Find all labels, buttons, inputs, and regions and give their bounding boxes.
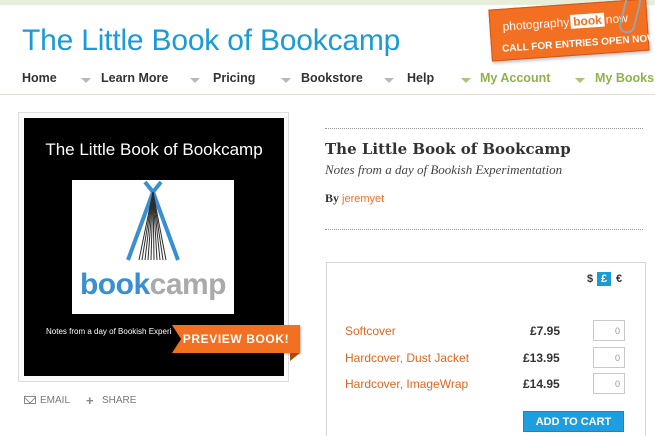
- qty-softcover[interactable]: [593, 320, 625, 341]
- chevron-down-icon[interactable]: [281, 78, 291, 83]
- byline: By jeremyet: [325, 191, 384, 206]
- chevron-down-icon[interactable]: [575, 78, 585, 83]
- option-softcover[interactable]: Softcover: [345, 324, 396, 338]
- add-to-cart-button[interactable]: ADD TO CART: [523, 411, 624, 432]
- share-link[interactable]: SHARE: [102, 395, 136, 406]
- cover-word-camp: camp: [149, 268, 227, 301]
- divider-mid: [325, 229, 643, 230]
- email-link[interactable]: EMAIL: [40, 395, 70, 406]
- cover-word-book: book: [79, 268, 150, 301]
- mail-icon[interactable]: [24, 396, 36, 404]
- preview-fold: [290, 353, 300, 361]
- price-hardcover-imagewrap: £14.95: [523, 377, 560, 391]
- author-link[interactable]: jeremyet: [342, 193, 384, 205]
- nav-pricing[interactable]: Pricing: [213, 71, 255, 89]
- book-title: The Little Book of Bookcamp: [325, 140, 571, 158]
- nav-bookstore[interactable]: Bookstore: [301, 71, 363, 89]
- promo-brand-pre: photography: [502, 15, 570, 34]
- price-softcover: £7.95: [530, 324, 561, 338]
- cover-logo: bookcamp: [72, 180, 234, 314]
- option-hardcover-imagewrap[interactable]: Hardcover, ImageWrap: [345, 377, 468, 391]
- cover-subtitle: Notes from a day of Bookish Experimentat…: [46, 327, 186, 336]
- nav-my-books[interactable]: My Books: [595, 71, 654, 89]
- cover-title: The Little Book of Bookcamp: [45, 140, 263, 159]
- nav-learn-more[interactable]: Learn More: [101, 71, 168, 89]
- currency-usd[interactable]: $: [583, 272, 597, 286]
- promo-badge[interactable]: photography book now CALL FOR ENTRIES OPEN…: [488, 0, 655, 68]
- preview-notch: [172, 325, 181, 353]
- main-nav: Home Learn More Pricing Bookstore Help M…: [0, 68, 655, 92]
- promo-brand-box: book: [569, 12, 606, 29]
- nav-home[interactable]: Home: [22, 71, 57, 89]
- divider-top: [325, 128, 643, 129]
- promo-call: CALL FOR ENTRIES OPEN NOW: [501, 32, 655, 55]
- chevron-down-icon[interactable]: [81, 78, 91, 83]
- currency-eur[interactable]: €: [612, 272, 626, 286]
- preview-book-button[interactable]: PREVIEW BOOK!: [172, 325, 300, 353]
- chevron-down-icon[interactable]: [190, 78, 200, 83]
- qty-hardcover-imagewrap[interactable]: [593, 373, 625, 394]
- promo-brand: photography book now: [502, 11, 628, 34]
- price-hardcover-dust-jacket: £13.95: [523, 351, 560, 365]
- nav-help[interactable]: Help: [407, 71, 434, 89]
- chevron-down-icon[interactable]: [461, 78, 471, 83]
- by-label: By: [325, 191, 340, 205]
- site-title[interactable]: The Little Book of Bookcamp: [22, 24, 400, 58]
- nav-my-account[interactable]: My Account: [480, 71, 550, 89]
- cover-wordmark: bookcamp: [72, 268, 234, 302]
- currency-gbp[interactable]: £: [597, 272, 611, 286]
- book-subtitle: Notes from a day of Bookish Experimentat…: [325, 162, 563, 177]
- plus-icon[interactable]: +: [86, 393, 94, 408]
- chevron-down-icon[interactable]: [384, 78, 394, 83]
- qty-hardcover-dust-jacket[interactable]: [593, 347, 625, 368]
- nav-divider: [0, 94, 655, 95]
- option-hardcover-dust-jacket[interactable]: Hardcover, Dust Jacket: [345, 351, 469, 365]
